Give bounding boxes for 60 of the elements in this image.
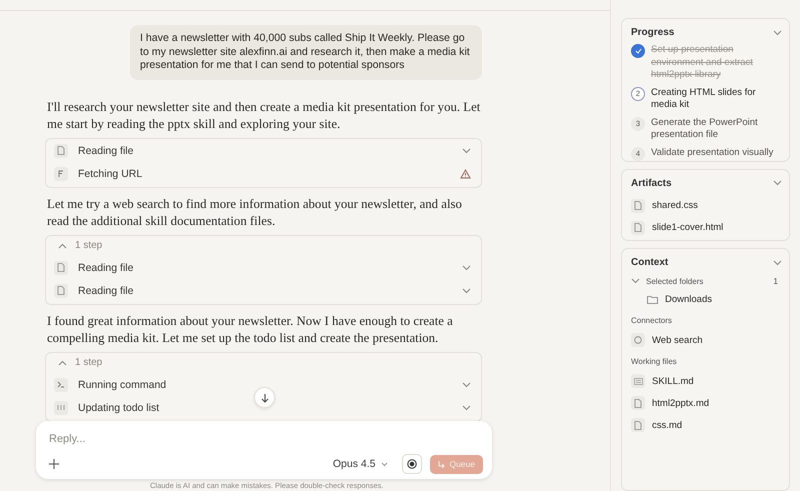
chevron-icon[interactable] [773,180,782,186]
chevron-up-icon[interactable] [58,242,67,248]
list-icon [54,400,68,414]
folder-icon [647,294,658,304]
plus-icon [49,459,59,469]
page-glyph-icon [57,146,65,155]
progress-step: Creating HTML slides for media kit [651,86,776,112]
reply-field[interactable]: Reply... Opus 4.5 Queue [36,421,492,479]
chevron-icon[interactable] [462,382,471,388]
user-message: I have a newsletter with 40,000 subs called Ship It Weekly. Please go to my newsletter site alexfinn.ai and research it, then make a media kit presentation for me that I can send to potential sponsors [130,25,482,80]
chevron-icon[interactable] [773,30,782,36]
letter-f-icon [54,166,68,180]
chevron-icon[interactable] [631,278,640,284]
working-file-item[interactable]: SKILL.md [631,370,782,392]
card-title: Progress [631,27,674,38]
warning-icon [460,168,471,178]
chevron-up-icon[interactable] [58,360,67,366]
terminal-icon [54,378,68,392]
model-selector[interactable]: Opus 4.5 [326,458,394,470]
caret-icon [381,462,388,466]
tool-step-row[interactable]: Reading file [46,280,481,300]
assistant-message: I'll research your newsletter site and then create a media kit presentation for you. Let me start by reading the pptx skill and exploring your site. [47,98,482,132]
section-label: Connectors [631,316,673,326]
page-glyph-icon [634,201,642,210]
add-button[interactable] [49,459,59,469]
section-label: Selected folders [646,276,704,286]
arrow-down-icon [260,392,268,402]
page-glyph-icon [634,223,642,232]
folder-item[interactable]: Downloads [631,288,782,310]
artifact-item[interactable]: slide1-cover.html [631,216,782,239]
return-arrow-icon [438,460,446,468]
tool-step-row[interactable]: Fetching URL [46,164,481,184]
connector-item[interactable]: Web search [631,329,782,352]
page-glyph-icon [57,286,65,295]
artifact-item[interactable]: shared.css [631,194,782,217]
text-file-icon [631,374,645,388]
card-title: Artifacts [631,178,672,189]
chevron-icon[interactable] [462,148,471,154]
record-icon [407,459,418,469]
assistant-message: I found great information about your newsletter. Now I have enough to create a compelling media kit. Let me set up the todo list and create the presentation. [47,312,454,346]
chevron-icon[interactable] [462,264,471,270]
page-glyph-icon [634,420,642,430]
working-file-item[interactable]: html2pptx.md [631,392,782,414]
progress-step: Set up presentation environment and extract html2pptx library [651,44,776,82]
section-label: Working files [631,357,678,366]
tool-step-row[interactable]: Reading file [46,258,481,278]
working-file-item[interactable]: css.md [631,414,782,436]
page-glyph-icon [634,398,642,408]
tool-step-row[interactable]: Reading file [46,140,481,160]
page-glyph-icon [57,263,65,272]
chevron-icon[interactable] [462,404,471,410]
progress-step: Validate presentation visually [651,146,776,159]
card-title: Context [631,257,668,268]
record-button[interactable] [402,454,422,474]
folder-count: 1 [773,276,778,286]
chevron-icon[interactable] [773,260,782,266]
assistant-message: Let me try a web search to find more information about your newsletter, and also read the additional skill documentation files. [47,196,463,230]
selected-folders-toggle[interactable]: Selected folders 1 [631,274,782,288]
chevron-icon[interactable] [462,288,471,294]
progress-step: Generate the PowerPoint presentation file [651,116,776,142]
